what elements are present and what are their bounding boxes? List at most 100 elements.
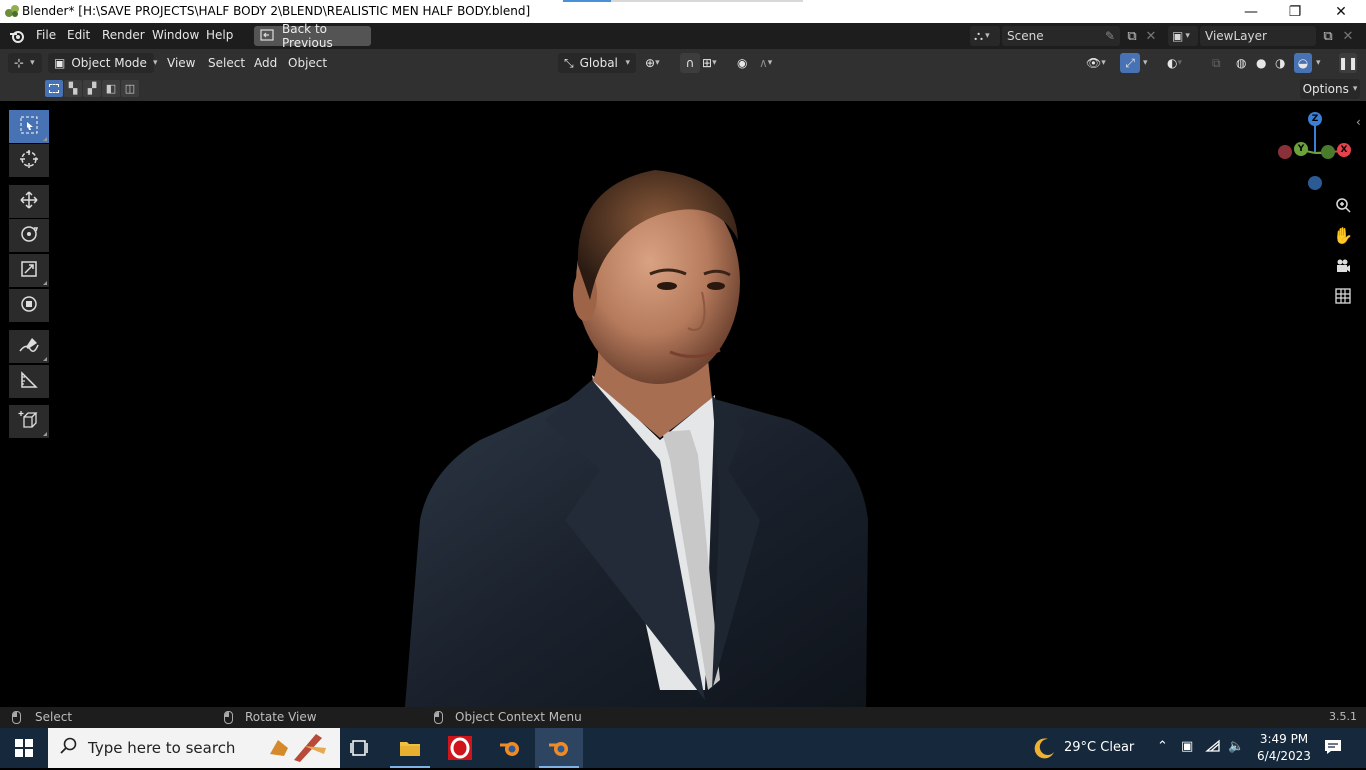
pin-icon[interactable]: ✎ (1105, 29, 1115, 43)
blender-icon (549, 742, 568, 756)
menu-render[interactable]: Render (102, 28, 145, 42)
pause-icon: ❚❚ (1337, 56, 1359, 70)
scene-name: Scene (1007, 29, 1044, 43)
move-tool[interactable] (9, 185, 49, 218)
weather-moon-icon[interactable] (1032, 736, 1056, 763)
menu-window[interactable]: Window (152, 28, 199, 42)
blender-logo-icon[interactable] (9, 28, 25, 47)
snap-toggle[interactable]: ∩ (680, 53, 700, 73)
back-to-previous-button[interactable]: Back to Previous (254, 22, 371, 50)
pan-hand-icon[interactable]: ✋ (1332, 224, 1354, 246)
select-intersect-mode-button[interactable]: ◫ (121, 80, 139, 97)
taskbar-search-box[interactable]: Type here to search (48, 728, 340, 768)
new-view-layer-icon[interactable]: ⧉ (1318, 26, 1338, 46)
menu-add[interactable]: Add (254, 53, 277, 73)
menu-object[interactable]: Object (288, 53, 327, 73)
add-cube-tool[interactable] (9, 405, 49, 438)
gizmo-z-axis[interactable]: Z (1308, 112, 1322, 126)
rendered-shading-button[interactable]: ◒ (1294, 53, 1312, 73)
gizmo-neg-y-axis[interactable] (1321, 145, 1335, 159)
pivot-point-dropdown[interactable]: ⊕ ▾ (645, 53, 660, 73)
gizmo-neg-x-axis[interactable] (1278, 145, 1292, 159)
pause-render-button[interactable]: ❚❚ (1337, 53, 1359, 73)
falloff-dropdown[interactable]: ∧ ▾ (759, 53, 772, 73)
clock-time[interactable]: 3:49 PM (1258, 732, 1310, 746)
gizmo-toggle[interactable]: ⤢ (1120, 53, 1140, 73)
device-icon[interactable]: ▣ (1181, 739, 1193, 754)
editor-type-dropdown[interactable]: ⊹ ▾ (8, 53, 42, 73)
shading-dropdown[interactable]: ▾ (1316, 53, 1321, 73)
scene-type-dropdown[interactable]: ⛬ ▾ (970, 26, 1000, 46)
menu-edit[interactable]: Edit (67, 28, 90, 42)
xray-toggle[interactable]: ⧉ (1212, 53, 1221, 73)
clock-date[interactable]: 6/4/2023 (1254, 749, 1314, 763)
options-dropdown[interactable]: Options ▾ (1300, 79, 1360, 99)
solid-shading-button[interactable]: ● (1256, 53, 1266, 73)
notifications-icon[interactable] (1324, 738, 1342, 760)
select-extend-mode-button[interactable]: ▚ (64, 80, 82, 97)
menu-help[interactable]: Help (206, 28, 233, 42)
select-new-mode-button[interactable] (45, 80, 63, 97)
opera-button[interactable] (436, 728, 484, 768)
scene-name-field[interactable]: Scene ✎ (1002, 26, 1120, 46)
view-layer-type-dropdown[interactable]: ▣ ▾ (1168, 26, 1198, 46)
transform-icon (19, 294, 39, 317)
annotate-tool[interactable] (9, 330, 49, 363)
cursor-tool[interactable] (9, 144, 49, 177)
gizmo-y-axis[interactable]: Y (1294, 142, 1308, 156)
editor-type-icon: ⊹ (14, 56, 25, 70)
close-button[interactable]: ✕ (1318, 0, 1364, 23)
proportional-edit-toggle[interactable]: ◉ (737, 53, 747, 73)
3d-viewport[interactable]: Z Y X ‹ ✋ (0, 101, 1366, 707)
menu-view[interactable]: View (167, 53, 195, 73)
menu-file[interactable]: File (36, 28, 56, 42)
wifi-icon[interactable] (1205, 739, 1221, 757)
file-explorer-button[interactable] (386, 728, 434, 768)
rotate-tool[interactable] (9, 219, 49, 252)
select-invert-mode-button[interactable]: ◧ (102, 80, 120, 97)
select-new-icon (49, 84, 59, 93)
delete-view-layer-icon[interactable]: ✕ (1338, 26, 1358, 46)
new-scene-icon[interactable]: ⧉ (1122, 26, 1142, 46)
perspective-grid-icon[interactable] (1332, 285, 1354, 307)
start-button[interactable] (0, 728, 48, 768)
gizmo-x-axis[interactable]: X (1337, 143, 1351, 157)
status-select: Select (12, 710, 72, 724)
menu-select[interactable]: Select (208, 53, 245, 73)
select-subtract-mode-button[interactable]: ▞ (83, 80, 101, 97)
snap-target-dropdown[interactable]: ⊞ ▾ (702, 53, 717, 73)
blender-version: 3.5.1 (1329, 710, 1357, 723)
tool-options-corner (43, 357, 47, 361)
minimize-button[interactable]: — (1228, 0, 1274, 23)
status-context-menu: Object Context Menu (434, 710, 582, 724)
delete-scene-icon[interactable]: ✕ (1141, 26, 1161, 46)
weather-text[interactable]: 29°C Clear (1064, 740, 1134, 755)
mode-dropdown[interactable]: ▣ Object Mode ▾ (48, 53, 157, 73)
view-layer-name-field[interactable]: ViewLayer (1200, 26, 1316, 46)
sidebar-toggle-icon[interactable]: ‹ (1356, 115, 1361, 129)
material-shading-button[interactable]: ◑ (1275, 53, 1285, 73)
blender-active-taskbar-button[interactable] (535, 728, 583, 768)
maximize-button[interactable]: ❐ (1272, 0, 1318, 23)
gizmo-neg-z-axis[interactable] (1308, 176, 1322, 190)
select-box-tool[interactable] (9, 110, 49, 143)
scale-tool[interactable] (9, 254, 49, 287)
zoom-icon[interactable] (1332, 194, 1354, 216)
volume-icon[interactable]: 🔈 (1228, 739, 1244, 754)
visibility-dropdown[interactable]: 👁 ▾ (1086, 53, 1106, 73)
transform-orientation-dropdown[interactable]: ⤡ Global ▾ (558, 53, 636, 73)
show-hidden-icons-icon[interactable]: ⌃ (1157, 739, 1168, 754)
transform-tool[interactable] (9, 289, 49, 322)
gizmo-dropdown[interactable]: ▾ (1143, 53, 1148, 73)
pencil-icon (18, 335, 40, 358)
blender-taskbar-button[interactable] (486, 728, 534, 768)
task-view-button[interactable] (336, 728, 384, 768)
wireframe-shading-button[interactable]: ◍ (1236, 53, 1246, 73)
add-cube-icon (18, 409, 40, 434)
overlays-toggle[interactable]: ◐ ▾ (1167, 53, 1182, 73)
search-placeholder: Type here to search (88, 739, 236, 757)
solid-sphere-icon: ● (1256, 56, 1267, 70)
measure-tool[interactable] (9, 365, 49, 398)
camera-view-icon[interactable] (1332, 255, 1354, 277)
chevron-down-icon: ▾ (1352, 84, 1358, 94)
